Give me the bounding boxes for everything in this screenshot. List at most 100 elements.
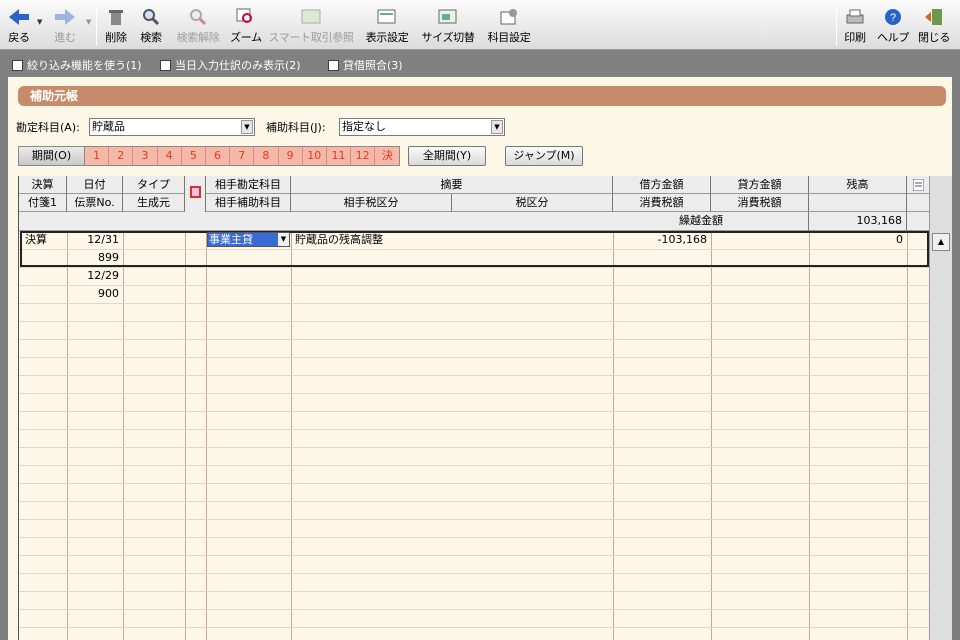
chevron-down-icon[interactable]: ▼	[241, 120, 253, 134]
selected-entry[interactable]	[20, 231, 929, 267]
row2-voucher[interactable]: 900	[67, 285, 119, 303]
month-10[interactable]: 10	[302, 147, 327, 165]
header-settle[interactable]: 決算	[19, 176, 67, 194]
exit-door-icon	[923, 6, 945, 28]
month-9[interactable]: 9	[278, 147, 303, 165]
ledger-grid: 決算 日付 タイプ 相手勘定科目 摘要 借方金額 貸方金額 残高 付箋1 伝票N…	[18, 176, 929, 640]
scroll-up-icon[interactable]: ▲	[932, 233, 950, 251]
month-8[interactable]: 8	[254, 147, 279, 165]
counter-account-combo[interactable]: 事業主貸 ▼	[207, 232, 290, 247]
row1-settle[interactable]: 決算	[25, 231, 47, 249]
options-bar: 絞り込み機能を使う(1) 当日入力仕訳のみ表示(2) 貸借照合(3)	[0, 51, 960, 77]
period-selector: 期間(O) 1 2 3 4 5 6 7 8 9 10 11 12 決	[18, 146, 401, 166]
balance-check-checkbox[interactable]: 貸借照合(3)	[328, 57, 403, 73]
book-icon[interactable]	[189, 186, 201, 204]
month-6[interactable]: 6	[205, 147, 231, 165]
row1-date[interactable]: 12/31	[67, 231, 119, 249]
month-4[interactable]: 4	[157, 147, 182, 165]
month-2[interactable]: 2	[109, 147, 134, 165]
forward-dropdown-icon[interactable]: ▼	[86, 18, 91, 26]
toolbar-separator	[96, 4, 97, 46]
header-credit-tax[interactable]: 消費税額	[711, 194, 809, 212]
zoom-button[interactable]: ズーム	[230, 0, 262, 50]
col-line	[185, 231, 186, 640]
header-balance[interactable]: 残高	[809, 176, 907, 194]
header-counter-sub[interactable]: 相手補助科目	[206, 194, 291, 212]
account-settings-icon	[498, 6, 520, 28]
close-button[interactable]: 閉じる	[916, 0, 952, 50]
month-1[interactable]: 1	[85, 147, 110, 165]
smart-reference-button[interactable]: スマート取引参照	[268, 0, 354, 50]
month-11[interactable]: 11	[326, 147, 352, 165]
header-debit[interactable]: 借方金額	[613, 176, 711, 194]
col-line	[809, 231, 810, 640]
checkbox-box[interactable]	[328, 59, 339, 71]
chevron-down-icon[interactable]: ▼	[491, 120, 503, 134]
account-settings-button[interactable]: 科目設定	[484, 0, 534, 50]
checkbox-box[interactable]	[160, 59, 171, 71]
header-type[interactable]: タイプ	[123, 176, 185, 194]
header-debit-tax[interactable]: 消費税額	[613, 194, 711, 212]
row1-summary[interactable]: 貯蔵品の残高調整	[295, 231, 383, 249]
row-line	[19, 357, 929, 358]
header-origin[interactable]: 生成元	[123, 194, 185, 212]
row-line	[19, 447, 929, 448]
row-line	[19, 573, 929, 574]
jump-button[interactable]: ジャンプ(M)	[505, 146, 583, 166]
row-line	[19, 483, 929, 484]
month-5[interactable]: 5	[181, 147, 206, 165]
checkbox-box[interactable]	[12, 59, 23, 71]
search-clear-button[interactable]: 検索解除	[173, 0, 223, 50]
row-line	[19, 501, 929, 502]
row2-date[interactable]: 12/29	[67, 267, 119, 285]
search-icon	[140, 6, 162, 28]
row-line	[19, 519, 929, 520]
header-date[interactable]: 日付	[67, 176, 123, 194]
size-switch-button[interactable]: サイズ切替	[420, 0, 476, 50]
all-period-button[interactable]: 全期間(Y)	[408, 146, 486, 166]
row-line	[19, 375, 929, 376]
row-line	[19, 555, 929, 556]
today-only-checkbox[interactable]: 当日入力仕訳のみ表示(2)	[160, 57, 301, 73]
row1-balance[interactable]: 0	[809, 231, 903, 249]
month-settlement[interactable]: 決	[375, 147, 400, 165]
help-icon: ?	[882, 6, 904, 28]
display-settings-icon	[376, 6, 398, 28]
sub-account-label: 補助科目(J):	[266, 121, 326, 134]
back-dropdown-icon[interactable]: ▼	[37, 18, 42, 26]
header-memo[interactable]: 付箋1	[19, 194, 67, 212]
header-summary[interactable]: 摘要	[291, 176, 613, 194]
account-select[interactable]: 貯蔵品 ▼	[89, 118, 255, 136]
header-credit[interactable]: 貸方金額	[711, 176, 809, 194]
sub-account-select[interactable]: 指定なし ▼	[339, 118, 505, 136]
smart-reference-icon	[300, 6, 322, 28]
row-line	[19, 609, 929, 610]
chevron-down-icon[interactable]: ▼	[278, 233, 289, 246]
row-line	[19, 303, 929, 304]
month-12[interactable]: 12	[351, 147, 376, 165]
month-7[interactable]: 7	[230, 147, 255, 165]
vertical-scrollbar[interactable]: ▲	[929, 176, 952, 640]
row-line	[19, 285, 929, 286]
row-line	[19, 411, 929, 412]
header-blank	[907, 212, 929, 231]
month-3[interactable]: 3	[133, 147, 158, 165]
help-button[interactable]: ? ヘルプ	[876, 0, 910, 50]
forward-arrow-icon	[54, 6, 76, 28]
row1-debit[interactable]: -103,168	[613, 231, 707, 249]
header-tax[interactable]: 税区分	[452, 194, 613, 212]
forward-button[interactable]: 進む	[50, 0, 80, 50]
print-button[interactable]: 印刷	[840, 0, 870, 50]
header-counter-tax[interactable]: 相手税区分	[291, 194, 452, 212]
search-button[interactable]: 検索	[136, 0, 166, 50]
carryover-value: 103,168	[809, 212, 907, 231]
row1-voucher[interactable]: 899	[67, 249, 119, 267]
header-counter-account[interactable]: 相手勘定科目	[206, 176, 291, 194]
header-voucher[interactable]: 伝票No.	[67, 194, 123, 212]
delete-button[interactable]: 削除	[101, 0, 131, 50]
filter-checkbox[interactable]: 絞り込み機能を使う(1)	[12, 57, 142, 73]
display-settings-button[interactable]: 表示設定	[362, 0, 412, 50]
col-line	[206, 231, 207, 640]
period-button[interactable]: 期間(O)	[19, 147, 85, 165]
back-button[interactable]: 戻る	[4, 0, 34, 50]
